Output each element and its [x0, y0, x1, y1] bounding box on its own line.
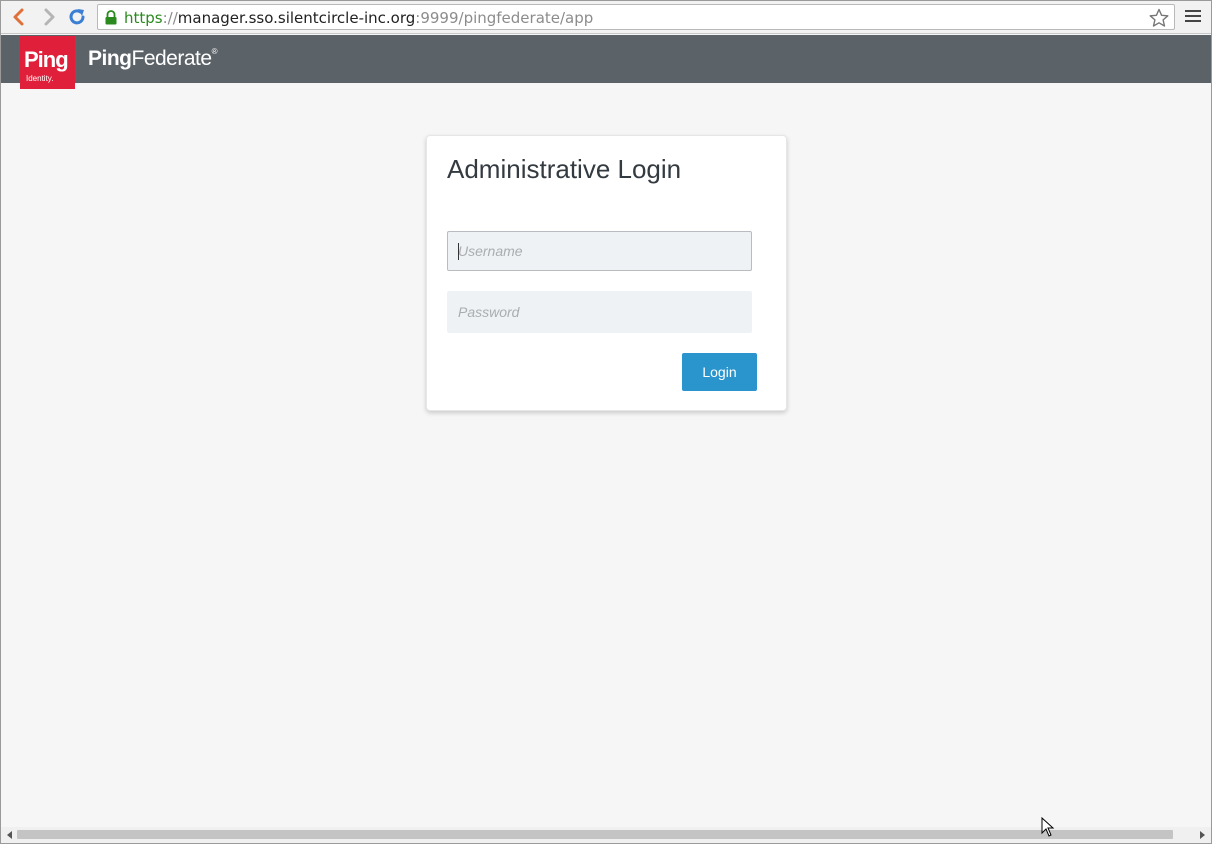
lock-icon	[105, 10, 117, 25]
username-field[interactable]	[447, 231, 752, 271]
mouse-cursor-icon	[1041, 817, 1055, 837]
page-title: Administrative Login	[447, 154, 682, 184]
address-bar[interactable]: https://manager.sso.silentcircle-inc.org…	[97, 4, 1175, 30]
scrollbar-thumb[interactable]	[17, 830, 1173, 839]
password-field[interactable]	[447, 291, 752, 333]
login-card: Administrative Login Login	[426, 135, 787, 411]
product-name-light: Federate	[131, 47, 213, 70]
reload-icon[interactable]	[67, 7, 87, 27]
browser-toolbar: https://manager.sso.silentcircle-inc.org…	[1, 1, 1211, 34]
login-button[interactable]: Login	[682, 353, 757, 391]
registered-mark: ®	[211, 47, 218, 56]
ping-identity-logo: Ping Identity.	[20, 36, 75, 89]
text-caret	[458, 243, 459, 260]
url-text: https://manager.sso.silentcircle-inc.org…	[124, 9, 593, 27]
horizontal-scrollbar[interactable]	[1, 827, 1211, 843]
scroll-left-icon[interactable]	[7, 831, 12, 839]
url-path: :9999/pingfederate/app	[415, 9, 594, 27]
forward-icon[interactable]	[39, 7, 59, 27]
app-header: Ping Identity. PingFederate®	[1, 35, 1211, 89]
star-icon[interactable]	[1148, 7, 1170, 29]
product-name-bold: Ping	[88, 47, 132, 70]
back-icon[interactable]	[9, 7, 29, 27]
url-scheme: https	[124, 9, 163, 27]
url-host: manager.sso.silentcircle-inc.org	[177, 9, 416, 27]
menu-icon[interactable]	[1185, 10, 1201, 24]
scroll-right-icon[interactable]	[1200, 831, 1205, 839]
product-name: PingFederate®	[88, 47, 218, 71]
logo-big-text: Ping	[24, 47, 69, 72]
logo-small-text: Identity.	[26, 74, 54, 83]
url-separator: ://	[162, 9, 178, 27]
